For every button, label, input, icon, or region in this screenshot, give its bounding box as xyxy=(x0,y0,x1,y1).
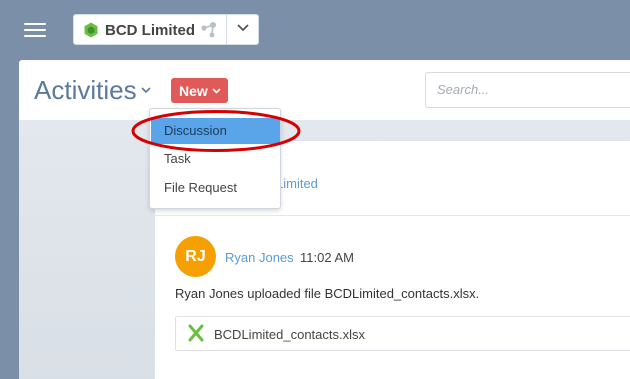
company-logo-icon xyxy=(84,22,98,38)
chevron-down-icon xyxy=(237,24,249,32)
attachment-file-name: BCDLimited_contacts.xlsx xyxy=(214,327,365,342)
post-timestamp: 11:02 AM xyxy=(300,250,354,265)
avatar[interactable]: RJ xyxy=(175,236,216,277)
menu-item-file-request[interactable]: File Request xyxy=(151,175,280,201)
title-chevron-down-icon[interactable] xyxy=(141,87,151,94)
card-divider xyxy=(154,215,630,216)
search-box[interactable] xyxy=(425,72,630,108)
network-nodes-icon[interactable] xyxy=(200,21,218,39)
company-name: BCD Limited xyxy=(105,22,195,39)
search-input[interactable] xyxy=(437,82,627,97)
attachment-item[interactable]: BCDLimited_contacts.xlsx xyxy=(175,316,630,351)
top-bar: BCD Limited xyxy=(0,0,630,60)
company-selector[interactable]: BCD Limited xyxy=(73,14,259,45)
company-link[interactable]: Limited xyxy=(276,176,318,191)
page-title[interactable]: Activities xyxy=(34,75,137,106)
new-button-label: New xyxy=(179,83,208,99)
excel-file-icon xyxy=(188,324,204,342)
highlight-annotation-ellipse xyxy=(131,110,301,152)
post-author-link[interactable]: Ryan Jones xyxy=(225,250,294,265)
company-dropdown-button[interactable] xyxy=(227,15,259,44)
chevron-down-icon xyxy=(212,88,221,94)
new-button[interactable]: New xyxy=(171,78,228,103)
hamburger-menu-icon[interactable] xyxy=(24,22,46,38)
post-message: Ryan Jones uploaded file BCDLimited_cont… xyxy=(175,286,480,301)
